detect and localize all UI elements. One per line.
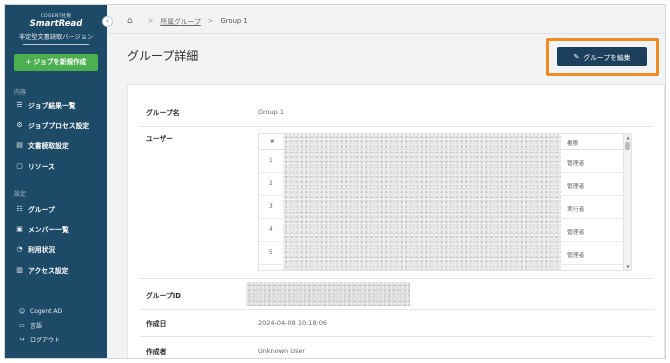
created-at-value: 2024-04-08 10:18:06 xyxy=(258,319,328,327)
row-role: 管理者 xyxy=(567,253,585,259)
sidebar-item-members[interactable]: ▣ メンバー一覧 xyxy=(14,222,69,235)
logout-label: ログアウト xyxy=(30,336,61,344)
home-icon[interactable]: ⌂ xyxy=(127,16,133,26)
group-name-value: Group 1 xyxy=(258,108,284,116)
row-role: 管理者 xyxy=(567,230,585,236)
breadcrumb-separator: > xyxy=(147,17,154,25)
section-label-settings: 設定 xyxy=(14,191,27,198)
edit-group-label: グループを編集 xyxy=(583,53,631,62)
sidebar-item-groups[interactable]: ☷ グループ xyxy=(14,202,55,215)
group-detail-card: グループ名 Group 1 ユーザー # 権限 1 管理者 2 管理者 3 実行… xyxy=(127,84,665,358)
member-icon: ▣ xyxy=(16,224,23,233)
account-name: Cogent AD xyxy=(30,307,63,315)
process-icon: ⚙ xyxy=(16,120,23,129)
app-window: COGENT社製 SmartRead 非定型文書読取バージョン + ジョブを新規… xyxy=(4,4,666,359)
group-icon: ☷ xyxy=(16,204,23,213)
logout-icon: ↪ xyxy=(19,335,25,343)
sidebar-item-label: ジョブ結果一覧 xyxy=(28,101,76,110)
row-number: 2 xyxy=(269,181,273,187)
column-header-role: 権限 xyxy=(567,141,579,147)
sidebar-item-resources[interactable]: ▢ リソース xyxy=(14,159,55,172)
row-role: 実行者 xyxy=(567,207,585,213)
language-menu[interactable]: ▭ 言語 xyxy=(17,320,42,330)
account-menu[interactable]: ☺ Cogent AD xyxy=(17,306,62,316)
sidebar-item-label: 文書読取設定 xyxy=(28,141,69,150)
sidebar-item-label: メンバー一覧 xyxy=(28,225,69,234)
section-label-content: 内容 xyxy=(14,89,27,96)
redacted-user-info xyxy=(283,134,561,270)
breadcrumb-parent-link[interactable]: 所属グループ xyxy=(160,16,200,26)
sidebar: COGENT社製 SmartRead 非定型文書読取バージョン + ジョブを新規… xyxy=(5,5,107,358)
header-divider xyxy=(107,33,665,34)
sidebar-item-label: リソース xyxy=(28,162,55,171)
row-divider xyxy=(140,309,654,310)
sidebar-item-label: 利用状況 xyxy=(28,245,56,254)
row-divider xyxy=(140,126,654,127)
row-number: 4 xyxy=(269,227,273,233)
sidebar-item-label: グループ xyxy=(28,205,55,214)
row-role: 管理者 xyxy=(567,184,585,190)
user-icon: ☺ xyxy=(18,307,26,315)
sidebar-item-usage[interactable]: ◔ 利用状況 xyxy=(14,242,55,255)
row-number: 5 xyxy=(269,250,273,256)
users-table-scrollbar[interactable]: ▲ ▼ xyxy=(623,134,631,270)
group-name-label: グループ名 xyxy=(146,109,180,117)
row-divider xyxy=(140,278,654,279)
sidebar-item-label: ジョブプロセス設定 xyxy=(28,121,90,130)
edit-group-button[interactable]: ✎ グループを編集 xyxy=(557,47,647,66)
sidebar-item-label: アクセス設定 xyxy=(28,266,69,275)
scroll-thumb[interactable] xyxy=(625,142,630,150)
resource-icon: ▢ xyxy=(16,161,23,170)
language-label: 言語 xyxy=(30,322,43,330)
group-id-label: グループID xyxy=(146,292,181,300)
creator-label: 作成者 xyxy=(146,348,167,356)
document-icon: ▤ xyxy=(16,140,23,149)
brand-divider xyxy=(23,44,89,45)
row-divider xyxy=(140,336,654,337)
row-role: 管理者 xyxy=(567,161,585,167)
brand-logo: SmartRead xyxy=(29,19,83,29)
breadcrumb: ⌂ > 所属グループ > Group 1 xyxy=(127,16,248,26)
scroll-down-icon[interactable]: ▼ xyxy=(625,264,631,269)
users-table: # 権限 1 管理者 2 管理者 3 実行者 4 管理者 5 管理者 ▲ ▼ xyxy=(258,133,632,271)
edit-icon: ✎ xyxy=(573,52,580,61)
list-icon: ☰ xyxy=(16,100,23,109)
brand-edition: 非定型文書読取バージョン xyxy=(18,34,94,41)
logout-link[interactable]: ↪ ログアウト xyxy=(17,334,60,344)
scroll-up-icon[interactable]: ▲ xyxy=(625,135,631,140)
sidebar-item-document-settings[interactable]: ▤ 文書読取設定 xyxy=(14,138,69,151)
language-icon: ▭ xyxy=(19,321,25,329)
usage-icon: ◔ xyxy=(16,244,23,253)
sidebar-item-access[interactable]: ▥ アクセス設定 xyxy=(14,263,68,276)
collapse-sidebar-button[interactable]: ‹ xyxy=(102,16,113,27)
new-job-button[interactable]: + ジョブを新規作成 xyxy=(14,54,98,71)
sidebar-item-job-process[interactable]: ⚙ ジョブプロセス設定 xyxy=(14,118,89,131)
users-label: ユーザー xyxy=(146,135,174,143)
redacted-group-id xyxy=(246,282,410,306)
created-at-label: 作成日 xyxy=(146,320,167,328)
access-icon: ▥ xyxy=(16,265,23,274)
main-content: ⌂ > 所属グループ > Group 1 グループ詳細 ✎ グループを編集 グル… xyxy=(107,5,665,358)
breadcrumb-separator: > xyxy=(207,17,214,25)
row-number: 3 xyxy=(269,204,273,210)
column-header-number: # xyxy=(270,139,275,145)
row-number: 1 xyxy=(269,158,273,164)
page-title: グループ詳細 xyxy=(127,49,199,63)
sidebar-item-job-results[interactable]: ☰ ジョブ結果一覧 xyxy=(14,98,76,111)
creator-value: Unknown User xyxy=(258,347,306,355)
breadcrumb-current: Group 1 xyxy=(220,17,248,25)
